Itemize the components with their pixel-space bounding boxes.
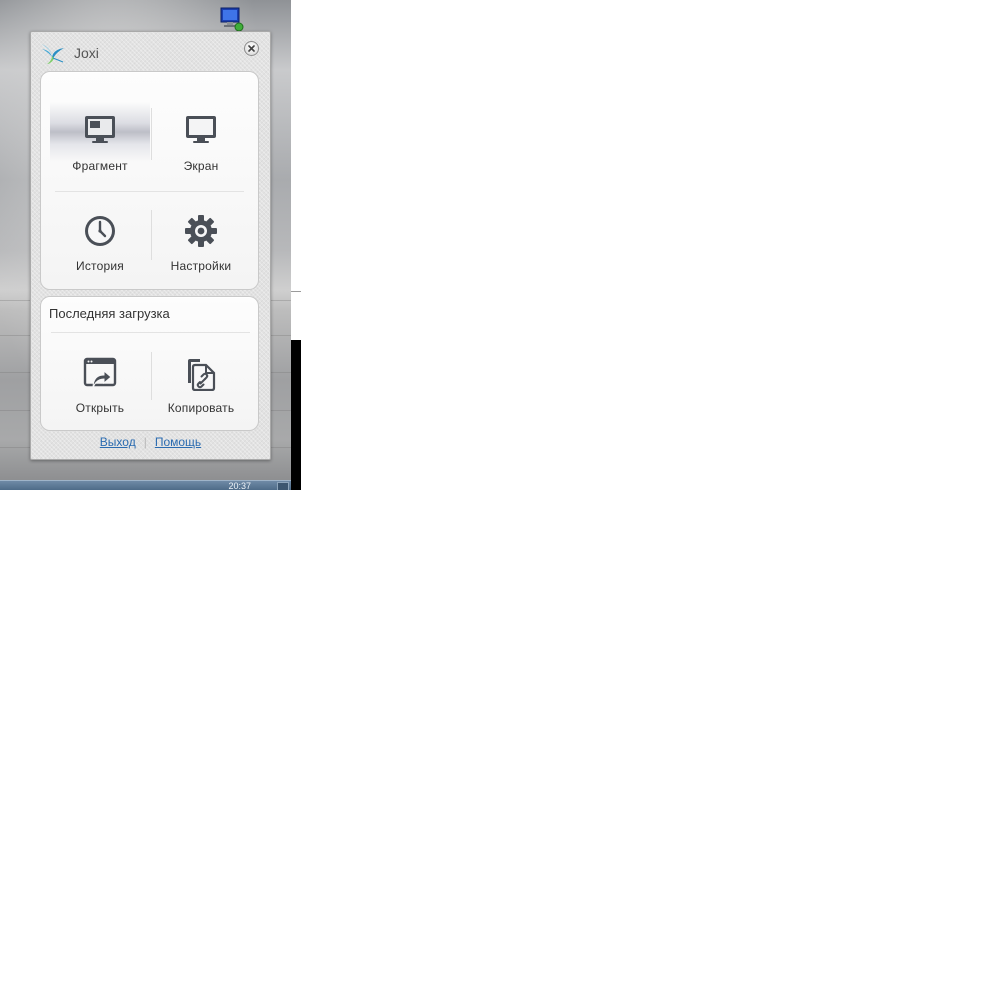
close-icon bbox=[248, 45, 255, 52]
capture-actions-card: Фрагмент Экран История Настройки bbox=[40, 71, 259, 290]
network-computer-icon[interactable] bbox=[219, 6, 245, 32]
divider-line bbox=[291, 291, 301, 292]
fragment-button[interactable]: Фрагмент bbox=[50, 102, 150, 173]
close-button[interactable] bbox=[244, 41, 259, 56]
black-bar bbox=[291, 340, 301, 490]
footer-separator: | bbox=[143, 435, 147, 449]
footer-links: Выход | Помощь bbox=[31, 435, 270, 453]
last-upload-title: Последняя загрузка bbox=[49, 306, 170, 321]
vertical-divider bbox=[151, 108, 152, 160]
fragment-label: Фрагмент bbox=[72, 159, 128, 173]
help-link[interactable]: Помощь bbox=[155, 435, 201, 449]
joxi-panel: Joxi Фрагмент Экран История Настройки По… bbox=[30, 31, 271, 460]
horizontal-divider bbox=[51, 332, 250, 333]
last-upload-card: Последняя загрузка Открыть Копировать bbox=[40, 296, 259, 431]
copy-button[interactable]: Копировать bbox=[151, 345, 251, 420]
history-button[interactable]: История bbox=[50, 202, 150, 273]
horizontal-divider bbox=[55, 191, 244, 192]
title-bar: Joxi bbox=[31, 32, 270, 72]
copy-label: Копировать bbox=[167, 401, 235, 415]
settings-button[interactable]: Настройки bbox=[151, 202, 251, 273]
copy-link-icon bbox=[188, 359, 216, 391]
screen-label: Экран bbox=[183, 159, 219, 173]
monitor-icon bbox=[186, 116, 216, 143]
show-desktop-button[interactable] bbox=[277, 482, 289, 490]
history-label: История bbox=[76, 259, 124, 273]
taskbar: 20:37 bbox=[0, 480, 291, 490]
screen-button[interactable]: Экран bbox=[151, 102, 251, 173]
monitor-fragment-icon bbox=[85, 116, 115, 143]
gear-icon bbox=[185, 215, 217, 247]
settings-label: Настройки bbox=[170, 259, 232, 273]
open-button[interactable]: Открыть bbox=[50, 345, 150, 420]
open-window-icon bbox=[83, 357, 117, 389]
taskbar-clock[interactable]: 20:37 bbox=[228, 482, 251, 491]
app-title: Joxi bbox=[74, 45, 99, 61]
exit-link[interactable]: Выход bbox=[100, 435, 136, 449]
joxi-bird-logo-icon bbox=[41, 44, 64, 64]
clock-icon bbox=[85, 216, 115, 246]
open-label: Открыть bbox=[75, 401, 125, 415]
